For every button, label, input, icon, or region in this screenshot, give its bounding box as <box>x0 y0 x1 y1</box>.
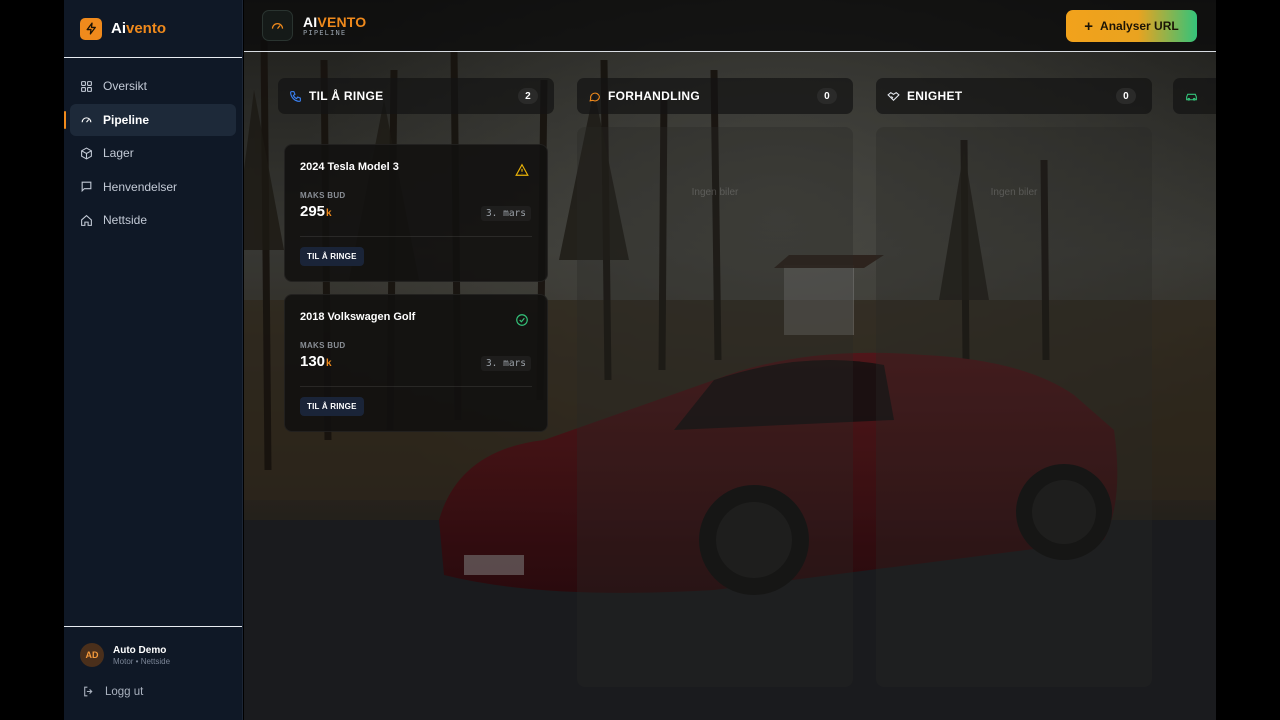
column-body-til-a-ringe: 2024 Tesla Model 3 MAKS BUD 295k 3. mars… <box>278 127 554 687</box>
topbar: AIVENTO PIPELINE + Analyser URL <box>244 0 1216 52</box>
plus-icon: + <box>1084 17 1094 35</box>
empty-state: Ingen biler <box>691 187 739 198</box>
column-header-til-a-ringe[interactable]: TIL Å RINGE 2 <box>278 78 554 114</box>
phone-icon <box>290 90 301 102</box>
max-bid-label: MAKS BUD <box>300 341 346 350</box>
main-area: AIVENTO PIPELINE + Analyser URL TIL Å RI… <box>244 0 1216 720</box>
max-bid-value: 130k <box>300 353 332 370</box>
gauge-icon <box>81 117 92 123</box>
analyze-url-button[interactable]: + Analyser URL <box>1066 10 1197 42</box>
column-body-enighet: Ingen biler <box>876 127 1152 687</box>
user-name: Auto Demo <box>113 644 167 656</box>
sidebar-item-henvendelser[interactable]: Henvendelser <box>70 171 236 203</box>
sidebar-item-label: Lager <box>103 146 134 160</box>
logout-label: Logg ut <box>105 685 144 698</box>
max-bid-value: 295k <box>300 203 332 220</box>
car-icon <box>1186 93 1197 101</box>
chat-icon <box>589 92 600 102</box>
column-count: 0 <box>1116 88 1136 104</box>
handshake-icon <box>887 91 900 101</box>
sidebar-item-pipeline[interactable]: Pipeline <box>64 103 236 136</box>
column-count: 0 <box>817 88 837 104</box>
sidebar-item-nettside[interactable]: Nettside <box>70 204 236 236</box>
sidebar-item-lager[interactable]: Lager <box>70 137 236 169</box>
sidebar-item-label: Pipeline <box>103 112 150 127</box>
max-bid-label: MAKS BUD <box>300 191 346 200</box>
column-title: ENIGHET <box>907 89 963 103</box>
analyze-url-label: Analyser URL <box>1100 19 1179 33</box>
sidebar-item-label: Oversikt <box>103 79 148 93</box>
logout-button[interactable]: Logg ut <box>64 667 242 698</box>
empty-state: Ingen biler <box>990 187 1038 198</box>
column-title: FORHANDLING <box>608 89 700 103</box>
sidebar-item-label: Nettside <box>103 213 148 227</box>
user-profile[interactable]: AD Auto Demo Motor • Nettside <box>64 627 242 667</box>
message-icon <box>81 181 92 193</box>
card-date: 3. mars <box>480 206 531 221</box>
column-header-forhandling[interactable]: FORHANDLING 0 <box>577 78 853 114</box>
brand[interactable]: Aivento <box>64 0 242 58</box>
check-circle-icon <box>516 314 528 326</box>
car-card[interactable]: 2018 Volkswagen Golf MAKS BUD 130k 3. ma… <box>284 294 548 432</box>
bolt-icon <box>80 17 102 40</box>
sidebar-item-oversikt[interactable]: Oversikt <box>70 70 236 102</box>
grid-icon <box>81 80 92 92</box>
page-title: AIVENTO <box>303 14 367 30</box>
column-header-enighet[interactable]: ENIGHET 0 <box>876 78 1152 114</box>
status-badge: TIL Å RINGE <box>300 247 364 266</box>
page-subtitle: PIPELINE <box>303 29 347 37</box>
sidebar-item-label: Henvendelser <box>103 179 178 194</box>
car-title: 2024 Tesla Model 3 <box>300 161 399 173</box>
user-subtitle: Motor • Nettside <box>113 656 171 666</box>
divider <box>300 386 532 387</box>
card-date: 3. mars <box>480 356 531 371</box>
divider <box>300 236 532 237</box>
sidebar: Aivento Oversikt Pipeline Lager Henvende… <box>64 0 243 720</box>
sidebar-nav: Oversikt Pipeline Lager Henvendelser Net… <box>64 58 242 236</box>
column-title: TIL Å RINGE <box>309 89 384 103</box>
car-title: 2018 Volkswagen Golf <box>300 311 416 323</box>
column-header-partial[interactable] <box>1173 78 1216 114</box>
sidebar-footer: AD Auto Demo Motor • Nettside Logg ut <box>64 626 242 720</box>
home-icon <box>81 214 92 226</box>
column-count: 2 <box>518 88 538 104</box>
avatar: AD <box>80 643 104 667</box>
logout-icon <box>84 686 93 697</box>
box-icon <box>81 146 92 160</box>
warning-icon <box>515 163 529 176</box>
gauge-icon <box>262 10 293 41</box>
car-card[interactable]: 2024 Tesla Model 3 MAKS BUD 295k 3. mars… <box>284 144 548 282</box>
column-body-forhandling: Ingen biler <box>577 127 853 687</box>
brand-name: Aivento <box>111 20 167 37</box>
status-badge: TIL Å RINGE <box>300 397 364 416</box>
